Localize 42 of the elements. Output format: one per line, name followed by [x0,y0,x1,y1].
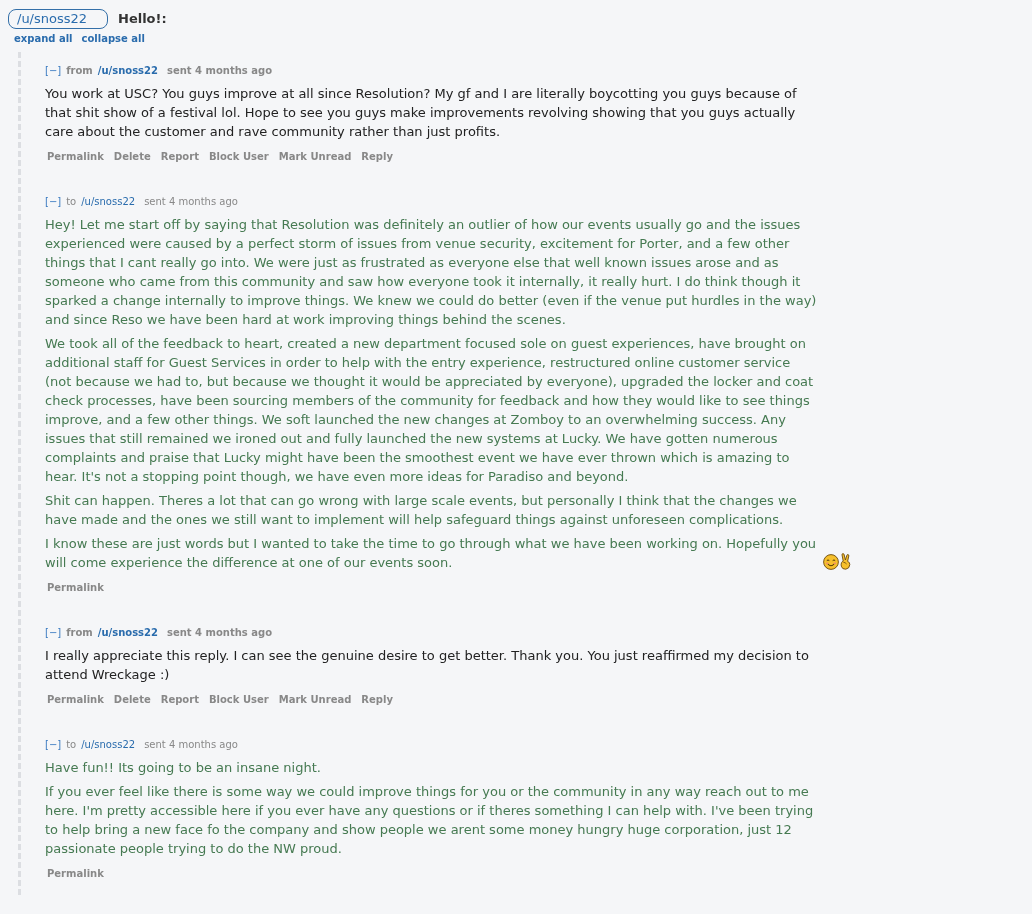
action-link[interactable]: Permalink [47,150,104,164]
timestamp: sent 4 months ago [166,64,273,78]
message-paragraph: Have fun!! Its going to be an insane night. [45,759,321,777]
action-link[interactable]: Delete [113,693,151,707]
username-link[interactable]: /u/snoss22 [81,195,136,209]
subject-title: Hello!: [118,11,167,26]
message-paragraph: I really appreciate this reply. I can see the genuine desire to get better. Thank you. You just reaffirmed my decision to attend Wreckage :) [45,647,810,684]
collapse-toggle[interactable]: [−] [45,195,62,209]
thread-toggle-link[interactable]: collapse all [81,33,145,44]
action-link[interactable]: Block User [208,693,269,707]
timestamp: sent 4 months ago [144,738,238,752]
direction-label: from [66,626,93,640]
direction-label: from [66,64,93,78]
action-link[interactable]: Mark Unread [278,150,352,164]
message-paragraph: If you ever feel like there is some way we could improve things for you or the community in any way reach out to me here. I'm pretty accessible here if you ever have any questions or if theres something I can help with. I've been trying to help bring a new face fo the company and show people we arent some money hungry huge corporation, just 12 passionate people trying to do the NW proud. [45,783,815,858]
action-link[interactable]: Reply [361,693,393,707]
action-link[interactable]: Delete [113,150,151,164]
message-paragraph: You work at USC? You guys improve at all since Resolution? My gf and I are literally boycotting you guys because of that shit show of a festival lol. Hope to see you guys make improvements revolving showing that you guys actually care about the customer and rave community rather than just profits. [45,85,798,141]
action-link[interactable]: Permalink [47,867,104,881]
action-link[interactable]: Reply [361,150,393,164]
collapse-toggle[interactable]: [−] [45,64,62,78]
action-link[interactable]: Permalink [47,693,104,707]
message-paragraph: I know these are just words but I wanted to take the time to go through what we have been working on. Hopefully you will come experience the difference at one of our events soon. [45,535,818,572]
action-link[interactable]: Block User [208,150,269,164]
message-paragraph: Hey! Let me start off by saying that Resolution was definitely an outlier of how our events usually go and the issues experienced were caused by a perfect storm of issues from venue security, excitement for Porter, and a few other things that I cant really go into. We were just as frustrated as everyone else that well known issues arose and as someone who came from this community and saw how everyone took it internally, it really hurt. I do think though it sparked a change internally to improve things. We knew we could do better (even if the venue put hurdles in the way) and since Reso we have been hard at work improving things behind the scenes. [45,216,818,329]
collapse-toggle[interactable]: [−] [45,738,62,752]
thread-toggle-link[interactable]: expand all [14,33,73,44]
action-link[interactable]: Permalink [47,581,104,595]
action-link[interactable]: Report [160,693,199,707]
timestamp: sent 4 months ago [144,195,238,209]
action-link[interactable]: Report [160,150,199,164]
direction-label: to [66,195,77,209]
message-paragraph: We took all of the feedback to heart, created a new department focused sole on guest experiences, have brought on additional staff for Guest Services in order to help with the entry experience, restructured online customer service (not because we had to, but because we thought it would be appreciated by everyone), upgraded the locker and coat check processes, have been sourcing members of the community for feedback and how they would like to see things improve, and a few other things. We soft launched the new changes at Zomboy to an overwhelming success. Any issues that still remained we ironed out and fully launched the new systems at Lucky. We have gotten numerous complaints and praise that Lucky might have been the smoothest event we have ever thrown which is amazing to hear. It's not a stopping point though, we have even more ideas for Paradiso and beyond. [45,335,815,486]
direction-label: to [66,738,77,752]
username-link[interactable]: /u/snoss22 [97,64,158,78]
user-badge[interactable]: /u/snoss22 [8,8,108,29]
message-paragraph: Shit can happen. Theres a lot that can go wrong with large scale events, but personally I think that the changes we have made and the ones we still want to implement will help safeguard things against unforeseen complications. [45,492,798,529]
timestamp: sent 4 months ago [166,626,273,640]
username-link[interactable]: /u/snoss22 [81,738,136,752]
action-link[interactable]: Mark Unread [278,693,352,707]
collapse-toggle[interactable]: [−] [45,626,62,640]
username-link[interactable]: /u/snoss22 [97,626,158,640]
